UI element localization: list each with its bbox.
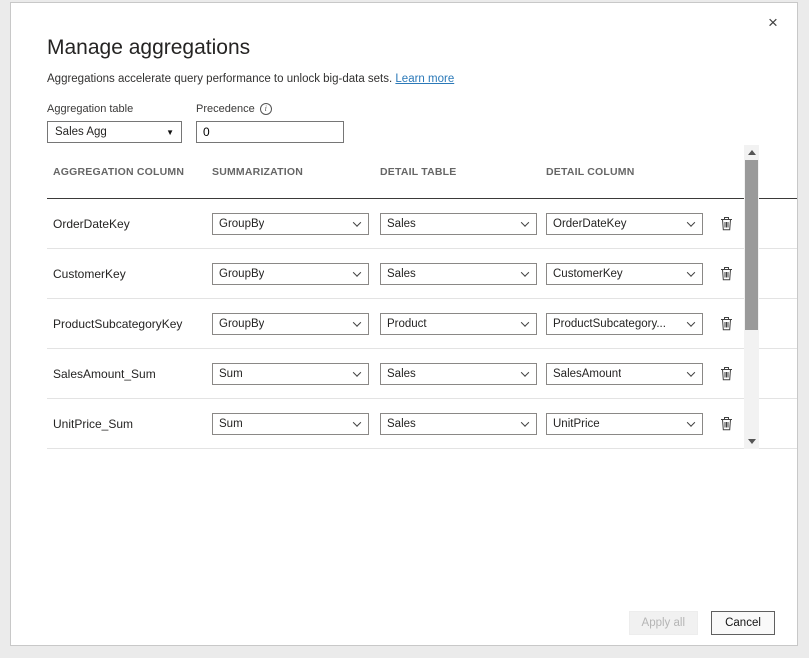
chevron-down-icon [521, 268, 529, 276]
close-button[interactable]: × [761, 11, 785, 35]
dialog-footer: Apply all Cancel [11, 611, 775, 635]
table-row: UnitPrice_Sum Sum Sales UnitPrice [47, 399, 797, 449]
learn-more-link[interactable]: Learn more [395, 73, 454, 85]
chevron-down-icon [687, 218, 695, 226]
dropdown-value: ProductSubcategory... [553, 318, 666, 330]
delete-row-button[interactable] [718, 364, 735, 383]
detail-table-dropdown[interactable]: Product [380, 313, 537, 335]
aggregation-table-value: Sales Agg [55, 126, 107, 138]
scroll-down-button[interactable] [744, 434, 759, 449]
detail-column-dropdown[interactable]: UnitPrice [546, 413, 703, 435]
header-detail-table: DETAIL TABLE [380, 166, 546, 178]
detail-column-dropdown[interactable]: CustomerKey [546, 263, 703, 285]
detail-column-dropdown[interactable]: ProductSubcategory... [546, 313, 703, 335]
chevron-down-icon [521, 218, 529, 226]
aggregation-table-select[interactable]: Sales Agg ▼ [47, 121, 182, 143]
apply-all-button[interactable]: Apply all [629, 611, 698, 635]
chevron-down-icon [687, 368, 695, 376]
chevron-down-icon [353, 418, 361, 426]
header-aggregation-column: AGGREGATION COLUMN [47, 166, 212, 178]
vertical-scrollbar[interactable] [744, 145, 759, 449]
chevron-down-icon [353, 218, 361, 226]
table-header-row: AGGREGATION COLUMN SUMMARIZATION DETAIL … [47, 145, 797, 199]
aggregation-column-name: UnitPrice_Sum [47, 417, 212, 431]
summarization-dropdown[interactable]: GroupBy [212, 263, 369, 285]
manage-aggregations-dialog: × Manage aggregations Aggregations accel… [10, 2, 798, 646]
detail-table-dropdown[interactable]: Sales [380, 263, 537, 285]
delete-row-button[interactable] [718, 314, 735, 333]
aggregation-column-name: CustomerKey [47, 267, 212, 281]
close-icon: × [768, 13, 778, 32]
aggregation-column-name: OrderDateKey [47, 217, 212, 231]
precedence-label: Precedence [196, 103, 255, 115]
dropdown-value: UnitPrice [553, 418, 600, 430]
page-title: Manage aggregations [47, 36, 761, 60]
dialog-description: Aggregations accelerate query performanc… [47, 73, 761, 85]
chevron-down-icon [353, 268, 361, 276]
trash-icon [720, 366, 733, 381]
precedence-input[interactable] [196, 121, 344, 143]
dropdown-value: Sales [387, 418, 416, 430]
trash-icon [720, 266, 733, 281]
header-summarization: SUMMARIZATION [212, 166, 380, 178]
trash-icon [720, 216, 733, 231]
header-detail-column: DETAIL COLUMN [546, 166, 712, 178]
table-row: SalesAmount_Sum Sum Sales SalesAmount [47, 349, 797, 399]
dropdown-caret-icon: ▼ [166, 128, 174, 137]
summarization-dropdown[interactable]: Sum [212, 413, 369, 435]
chevron-down-icon [521, 318, 529, 326]
delete-row-button[interactable] [718, 264, 735, 283]
aggregation-column-name: SalesAmount_Sum [47, 367, 212, 381]
chevron-down-icon [353, 368, 361, 376]
dropdown-value: GroupBy [219, 218, 264, 230]
control-labels: Aggregation table Precedence i [47, 103, 761, 115]
table-row: CustomerKey GroupBy Sales CustomerKey [47, 249, 797, 299]
dropdown-value: Sales [387, 218, 416, 230]
scroll-up-icon [748, 150, 756, 155]
aggregation-table-label: Aggregation table [47, 103, 196, 115]
table-row: ProductSubcategoryKey GroupBy Product Pr… [47, 299, 797, 349]
top-controls: Aggregation table Precedence i Sales Agg… [47, 103, 761, 143]
cancel-button[interactable]: Cancel [711, 611, 775, 635]
aggregations-table: AGGREGATION COLUMN SUMMARIZATION DETAIL … [47, 145, 797, 449]
detail-column-dropdown[interactable]: SalesAmount [546, 363, 703, 385]
dropdown-value: Sales [387, 368, 416, 380]
scroll-down-icon [748, 439, 756, 444]
precedence-label-group: Precedence i [196, 103, 272, 115]
scroll-up-button[interactable] [744, 145, 759, 160]
detail-table-dropdown[interactable]: Sales [380, 413, 537, 435]
trash-icon [720, 416, 733, 431]
chevron-down-icon [353, 318, 361, 326]
dropdown-value: Sales [387, 268, 416, 280]
dropdown-value: CustomerKey [553, 268, 623, 280]
chevron-down-icon [521, 368, 529, 376]
delete-row-button[interactable] [718, 414, 735, 433]
table-row: OrderDateKey GroupBy Sales OrderDateKey [47, 199, 797, 249]
delete-row-button[interactable] [718, 214, 735, 233]
dropdown-value: SalesAmount [553, 368, 621, 380]
chevron-down-icon [521, 418, 529, 426]
dropdown-value: Sum [219, 368, 243, 380]
chevron-down-icon [687, 318, 695, 326]
dropdown-value: Sum [219, 418, 243, 430]
chevron-down-icon [687, 268, 695, 276]
dropdown-value: OrderDateKey [553, 218, 627, 230]
summarization-dropdown[interactable]: GroupBy [212, 313, 369, 335]
detail-table-dropdown[interactable]: Sales [380, 363, 537, 385]
scrollbar-thumb[interactable] [745, 160, 758, 330]
info-icon[interactable]: i [260, 103, 272, 115]
description-text: Aggregations accelerate query performanc… [47, 73, 392, 85]
summarization-dropdown[interactable]: GroupBy [212, 213, 369, 235]
detail-table-dropdown[interactable]: Sales [380, 213, 537, 235]
detail-column-dropdown[interactable]: OrderDateKey [546, 213, 703, 235]
dropdown-value: Product [387, 318, 427, 330]
summarization-dropdown[interactable]: Sum [212, 363, 369, 385]
aggregation-column-name: ProductSubcategoryKey [47, 317, 212, 331]
chevron-down-icon [687, 418, 695, 426]
control-row: Sales Agg ▼ [47, 121, 761, 143]
dropdown-value: GroupBy [219, 268, 264, 280]
dropdown-value: GroupBy [219, 318, 264, 330]
trash-icon [720, 316, 733, 331]
